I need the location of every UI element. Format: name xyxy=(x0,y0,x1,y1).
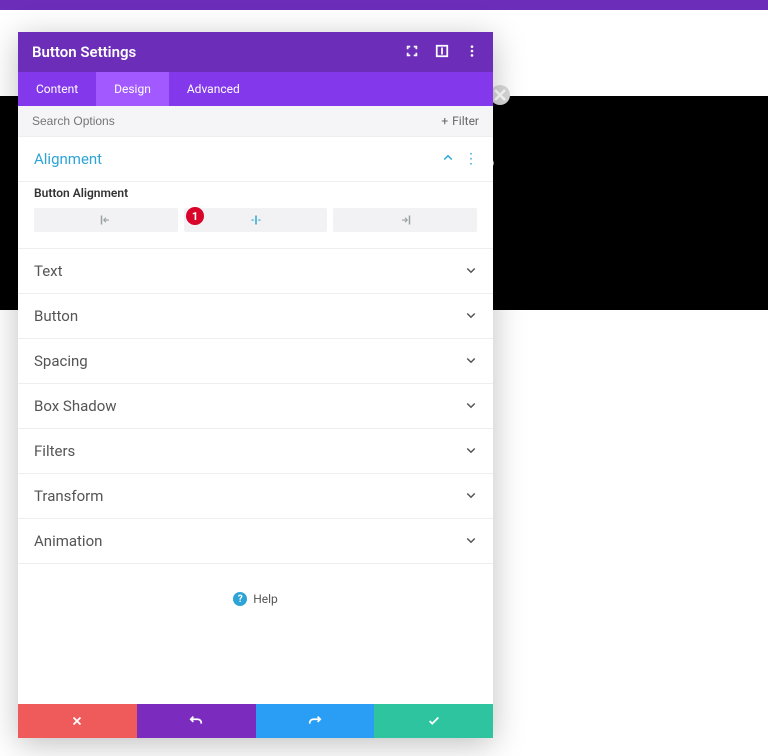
section-label: Spacing xyxy=(34,352,88,370)
save-button[interactable] xyxy=(374,704,493,738)
section-text[interactable]: Text xyxy=(18,249,493,294)
section-box-shadow[interactable]: Box Shadow xyxy=(18,384,493,429)
section-button[interactable]: Button xyxy=(18,294,493,339)
button-alignment-label: Button Alignment xyxy=(34,186,477,200)
align-center-icon xyxy=(250,214,262,226)
kebab-icon[interactable] xyxy=(465,43,479,62)
section-label: Box Shadow xyxy=(34,397,117,415)
check-icon xyxy=(427,714,441,728)
panel-header: Button Settings xyxy=(18,32,493,72)
section-filters[interactable]: Filters xyxy=(18,429,493,474)
section-label: Text xyxy=(34,262,63,280)
chevron-down-icon xyxy=(465,397,477,415)
chevron-down-icon xyxy=(465,352,477,370)
chevron-down-icon xyxy=(465,532,477,550)
step-badge: 1 xyxy=(186,207,204,225)
filter-label: Filter xyxy=(452,114,479,128)
snap-icon[interactable] xyxy=(435,43,449,62)
help-row[interactable]: ? Help xyxy=(18,564,493,634)
alignment-options: 1 xyxy=(34,208,477,232)
section-animation[interactable]: Animation xyxy=(18,519,493,564)
search-input[interactable] xyxy=(32,114,300,128)
chevron-down-icon xyxy=(465,262,477,280)
expand-icon[interactable] xyxy=(405,43,419,62)
align-left-icon xyxy=(100,214,112,226)
chevron-down-icon xyxy=(465,442,477,460)
section-alignment[interactable]: Alignment ⋮ xyxy=(18,137,493,182)
help-icon: ? xyxy=(233,592,247,606)
section-transform[interactable]: Transform xyxy=(18,474,493,519)
redo-button[interactable] xyxy=(256,704,375,738)
undo-icon xyxy=(189,714,203,728)
redo-icon xyxy=(308,714,322,728)
kebab-icon[interactable]: ⋮ xyxy=(464,151,477,167)
section-label: Filters xyxy=(34,442,75,460)
section-label: Animation xyxy=(34,532,102,550)
section-label: Button xyxy=(34,307,78,325)
align-right-option[interactable] xyxy=(333,208,477,232)
search-row: + Filter xyxy=(18,106,493,137)
tab-design[interactable]: Design xyxy=(96,72,169,106)
chevron-down-icon xyxy=(465,307,477,325)
section-label: Alignment xyxy=(34,150,102,168)
tab-content[interactable]: Content xyxy=(18,72,96,106)
close-icon[interactable] xyxy=(490,85,510,105)
sections-list: Alignment ⋮ Button Alignment 1 xyxy=(18,137,493,704)
align-right-icon xyxy=(399,214,411,226)
chevron-up-icon xyxy=(442,150,454,168)
tab-advanced[interactable]: Advanced xyxy=(169,72,258,106)
close-icon xyxy=(70,714,84,728)
chevron-down-icon xyxy=(465,487,477,505)
section-spacing[interactable]: Spacing xyxy=(18,339,493,384)
align-left-option[interactable] xyxy=(34,208,178,232)
help-label: Help xyxy=(253,592,278,606)
align-center-option[interactable] xyxy=(184,208,328,232)
panel-title: Button Settings xyxy=(32,43,136,61)
top-accent-bar xyxy=(0,0,768,10)
panel-footer xyxy=(18,704,493,738)
undo-button[interactable] xyxy=(137,704,256,738)
section-label: Transform xyxy=(34,487,103,505)
cancel-button[interactable] xyxy=(18,704,137,738)
button-settings-panel: Button Settings Content Design Advanced … xyxy=(18,32,493,738)
plus-icon: + xyxy=(441,114,448,128)
alignment-body: Button Alignment 1 xyxy=(18,182,493,249)
filter-button[interactable]: + Filter xyxy=(441,114,479,128)
panel-tabs: Content Design Advanced xyxy=(18,72,493,106)
